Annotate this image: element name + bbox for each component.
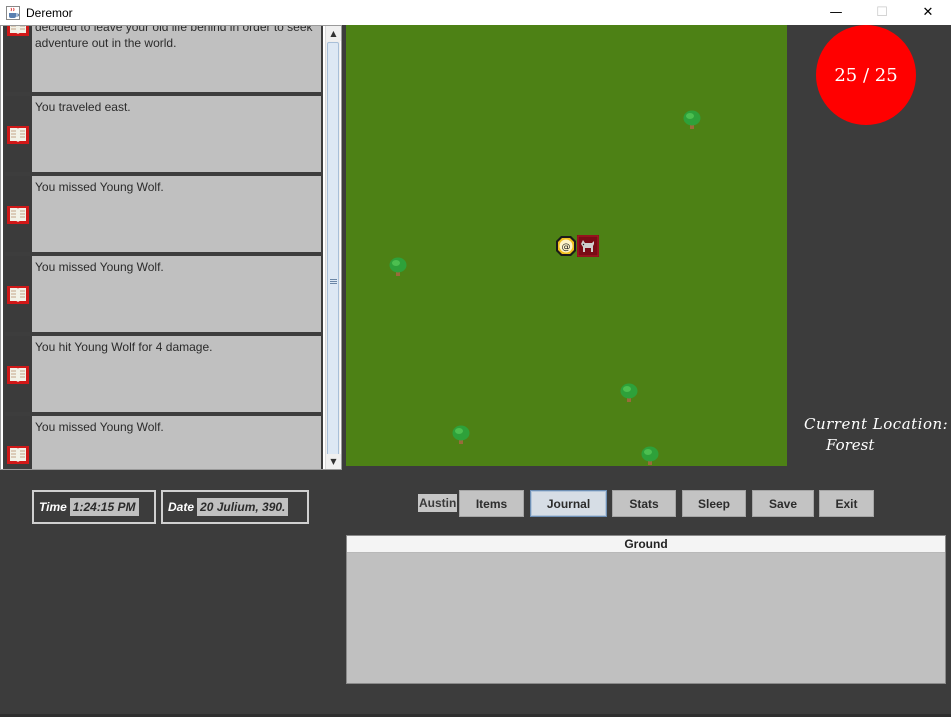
maximize-button[interactable]: ☐ (859, 0, 905, 25)
tree-icon (389, 257, 407, 276)
window-controls: — ☐ ✕ (813, 0, 951, 25)
log-entry-text: You hit Young Wolf for 4 damage. (35, 340, 213, 354)
player-icon: @ (556, 236, 576, 256)
action-toolbar: Austin Items Journal Stats Sleep Save Ex… (0, 490, 951, 517)
log-entry: You missed Young Wolf. (3, 254, 323, 334)
window-title: Deremor (26, 5, 73, 20)
ground-header: Ground (347, 536, 945, 553)
log-entry-text: You traveled east. (35, 100, 131, 114)
journal-book-icon (7, 366, 29, 384)
log-entry: You hit Young Wolf for 4 damage. (3, 334, 323, 414)
ground-panel[interactable]: Ground (346, 535, 946, 684)
log-scrollbar[interactable]: ▲ ▼ (325, 26, 341, 469)
journal-book-icon (7, 286, 29, 304)
log-entry-text: decided to leave your old life behind in… (35, 25, 313, 50)
journal-book-icon (7, 446, 29, 464)
tree-icon (641, 446, 659, 465)
scroll-down-arrow-icon[interactable]: ▼ (326, 454, 341, 469)
svg-text:@: @ (562, 243, 571, 253)
log-entry: You missed Young Wolf. (3, 174, 323, 254)
log-entry: You missed Young Wolf. (3, 414, 323, 469)
log-entry-text: You missed Young Wolf. (35, 260, 164, 274)
game-map[interactable]: @ (346, 25, 787, 466)
close-button[interactable]: ✕ (905, 0, 951, 25)
tree-icon (683, 110, 701, 129)
java-cup-icon (6, 5, 20, 20)
sleep-button[interactable]: Sleep (682, 490, 746, 517)
message-log[interactable]: decided to leave your old life behind in… (0, 25, 342, 470)
journal-button[interactable]: Journal (530, 490, 607, 517)
wolf-icon[interactable] (577, 235, 599, 257)
journal-book-icon (7, 206, 29, 224)
log-entry: decided to leave your old life behind in… (3, 25, 323, 94)
log-entry-text: You missed Young Wolf. (35, 180, 164, 194)
items-button[interactable]: Items (459, 490, 524, 517)
log-entry-text: You missed Young Wolf. (35, 420, 164, 434)
scroll-thumb[interactable] (327, 42, 339, 469)
exit-button[interactable]: Exit (819, 490, 874, 517)
character-name: Austin (418, 494, 458, 512)
scroll-up-arrow-icon[interactable]: ▲ (326, 26, 341, 41)
journal-book-icon (7, 126, 29, 144)
stats-button[interactable]: Stats (612, 490, 676, 517)
minimize-button[interactable]: — (813, 0, 859, 25)
save-button[interactable]: Save (752, 490, 814, 517)
health-orb: 25 / 25 (816, 25, 916, 125)
tree-icon (620, 383, 638, 402)
title-bar: Deremor — ☐ ✕ (0, 0, 951, 25)
tree-icon (452, 425, 470, 444)
log-entry: You traveled east. (3, 94, 323, 174)
journal-book-icon (7, 26, 29, 36)
message-log-list: decided to leave your old life behind in… (3, 25, 323, 469)
current-location-label: Current Location: (804, 415, 949, 433)
current-location-value: Forest (826, 436, 875, 454)
